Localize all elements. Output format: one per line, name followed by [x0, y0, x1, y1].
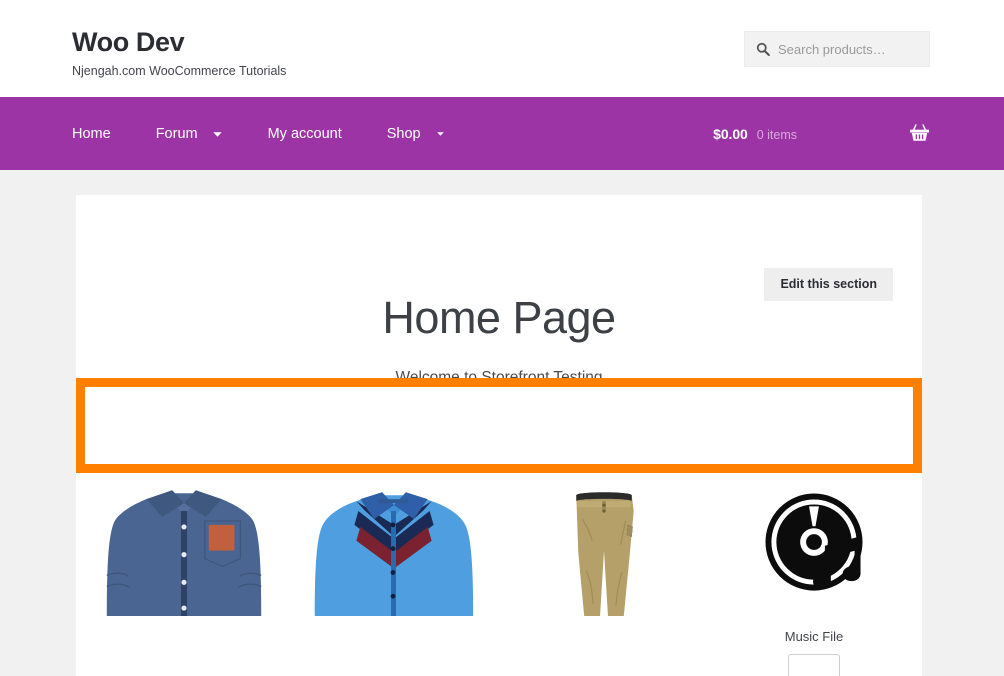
product-title[interactable]: Music File — [715, 629, 913, 646]
search-icon — [755, 42, 770, 57]
nav-item-forum[interactable]: Forum — [156, 126, 244, 142]
site-header: Woo Dev Njengah.com WooCommerce Tutorial… — [0, 0, 1004, 97]
product-image-music-file[interactable] — [715, 479, 913, 616]
site-branding[interactable]: Woo Dev Njengah.com WooCommerce Tutorial… — [72, 27, 287, 79]
product-image-colorblock-shirt[interactable] — [295, 479, 493, 616]
search-input[interactable] — [778, 41, 919, 57]
section-heading-new-in: New In — [460, 426, 538, 455]
nav-item-my-account[interactable]: My account — [268, 126, 363, 142]
product-card[interactable]: Music File — [709, 479, 919, 676]
product-card[interactable] — [499, 479, 709, 676]
product-card[interactable] — [289, 479, 499, 676]
cart-summary[interactable]: $0.00 0 items — [713, 126, 797, 142]
primary-menu: Home Forum My account Shop — [72, 97, 467, 170]
cart-item-count: 0 items — [756, 127, 797, 142]
nav-item-label: My account — [267, 125, 342, 142]
nav-item-home[interactable]: Home — [72, 126, 132, 142]
nav-item-label: Shop — [386, 125, 421, 142]
edit-this-section-button[interactable]: Edit this section — [764, 268, 893, 301]
page-root: Woo Dev Njengah.com WooCommerce Tutorial… — [0, 0, 1004, 676]
site-tagline: Njengah.com WooCommerce Tutorials — [72, 63, 287, 78]
product-image-khaki-pants[interactable] — [505, 479, 703, 616]
nav-item-label: Forum — [155, 125, 198, 142]
product-card[interactable] — [79, 479, 289, 676]
nav-item-shop[interactable]: Shop — [387, 126, 467, 142]
cart-area[interactable]: $0.00 0 items — [713, 97, 930, 170]
chevron-down-icon[interactable] — [435, 128, 446, 139]
chevron-down-icon[interactable] — [212, 128, 223, 139]
product-grid: Music File — [79, 456, 919, 676]
product-image-blue-denim-shirt[interactable] — [85, 479, 283, 616]
cart-total-amount: $0.00 — [713, 125, 748, 142]
shopping-basket-icon[interactable] — [909, 123, 930, 144]
main-content-area: Edit this section Home Page Welcome to S… — [76, 195, 922, 676]
primary-navigation-bar: Home Forum My account Shop $0.00 0 items — [0, 97, 1004, 170]
product-search-form[interactable] — [744, 31, 930, 67]
page-subtitle: Welcome to Storefront Testing — [395, 368, 603, 386]
site-title[interactable]: Woo Dev — [72, 27, 286, 58]
nav-item-label: Home — [72, 125, 111, 142]
